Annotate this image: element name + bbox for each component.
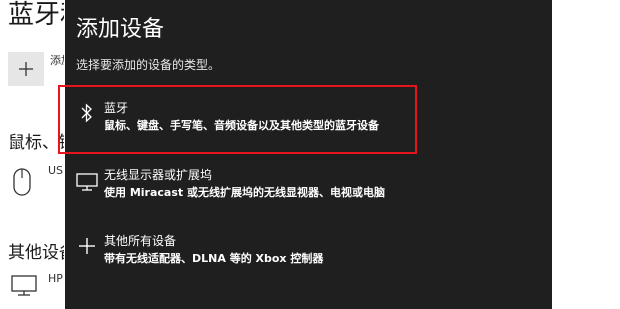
- option-wireless-display[interactable]: 无线显示器或扩展坞 使用 Miracast 或无线扩展坞的无线显视器、电视或电脑: [65, 160, 552, 218]
- option-other-devices[interactable]: 其他所有设备 带有无线适配器、DLNA 等的 Xbox 控制器: [65, 226, 552, 284]
- dialog-subtitle: 选择要添加的设备的类型。: [76, 58, 221, 72]
- dialog-title: 添加设备: [76, 17, 165, 42]
- settings-window: 蓝牙和其他设备 添加蓝牙或其他设备 鼠标、键盘和笔 USB 其他设备 HP 添加…: [0, 0, 620, 309]
- highlight-annotation: [58, 85, 417, 154]
- other-device-name[interactable]: HP: [48, 272, 64, 285]
- section-heading-mouse: 鼠标、键盘和笔: [8, 133, 64, 153]
- monitor-icon: [75, 170, 99, 194]
- add-device-dialog: 添加设备 选择要添加的设备的类型。 蓝牙 鼠标、键盘、手写笔、音频设备以及其他类…: [65, 0, 552, 309]
- plus-icon: [75, 234, 99, 258]
- mouse-icon: [13, 168, 31, 196]
- section-heading-other: 其他设备: [8, 243, 64, 263]
- add-device-button[interactable]: [8, 52, 44, 86]
- plus-icon: [19, 62, 33, 76]
- monitor-icon: [11, 275, 37, 296]
- option-title: 其他所有设备: [104, 234, 177, 248]
- option-title: 无线显示器或扩展坞: [104, 168, 213, 182]
- option-description: 使用 Miracast 或无线扩展坞的无线显视器、电视或电脑: [104, 186, 385, 199]
- option-description: 带有无线适配器、DLNA 等的 Xbox 控制器: [104, 252, 324, 265]
- page-title: 蓝牙和其他设备: [8, 0, 64, 30]
- mouse-device-name[interactable]: USB: [48, 164, 64, 177]
- add-device-label: 添加蓝牙或其他设备: [50, 54, 64, 67]
